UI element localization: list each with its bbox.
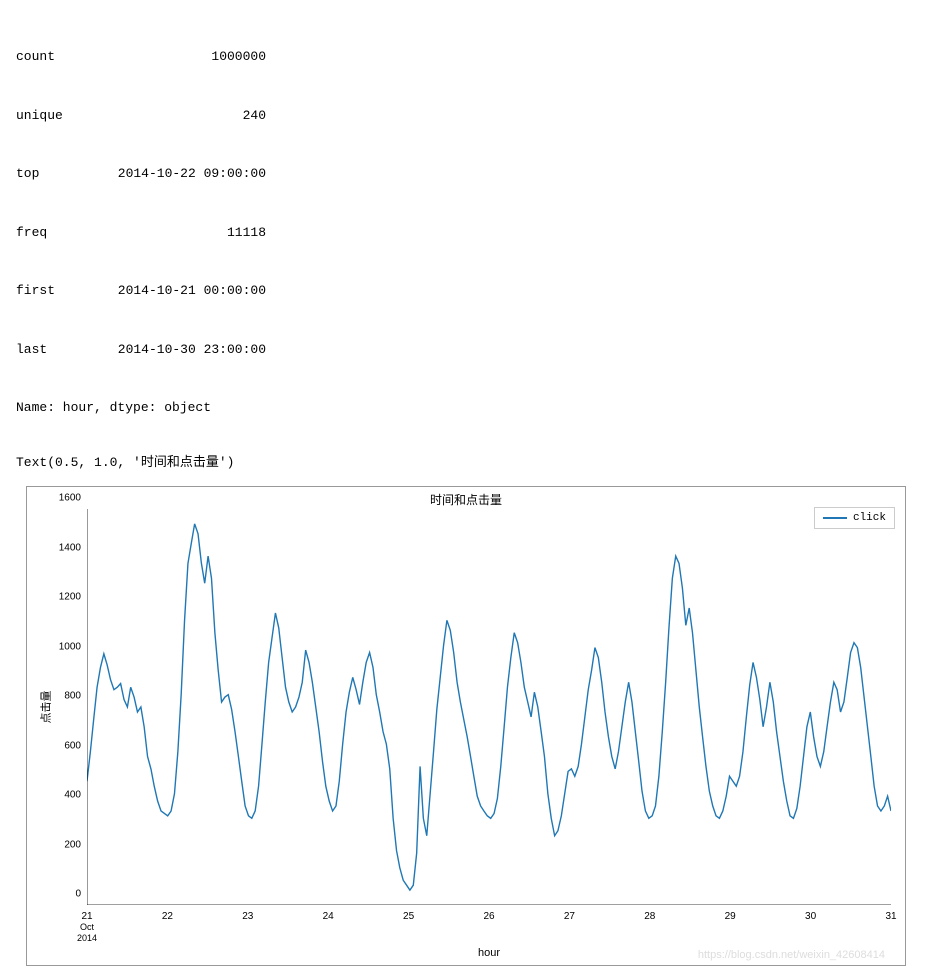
stat-key-count: count xyxy=(16,47,96,67)
stat-val-last: 2014-10-30 23:00:00 xyxy=(96,340,266,360)
x-axis-label: hour xyxy=(478,947,500,959)
stats-output: count1000000 unique240 top2014-10-22 09:… xyxy=(16,8,912,437)
x-tick: 31 xyxy=(885,911,896,922)
x-tick: 25 xyxy=(403,911,414,922)
stat-key-freq: freq xyxy=(16,223,96,243)
stat-val-count: 1000000 xyxy=(96,47,266,67)
text-repr-output: Text(0.5, 1.0, '时间和点击量') xyxy=(16,451,912,470)
stat-val-first: 2014-10-21 00:00:00 xyxy=(96,281,266,301)
x-tick: 27 xyxy=(564,911,575,922)
y-axis: 点击量 02004006008001000120014001600 xyxy=(27,509,87,905)
stat-key-first: first xyxy=(16,281,96,301)
x-tick: 30 xyxy=(805,911,816,922)
stat-key-last: last xyxy=(16,340,96,360)
x-tick: 29 xyxy=(725,911,736,922)
x-tick: 22 xyxy=(162,911,173,922)
y-tick: 600 xyxy=(64,740,81,751)
y-tick: 400 xyxy=(64,790,81,801)
line-series-click xyxy=(87,524,891,890)
stat-val-freq: 11118 xyxy=(96,223,266,243)
stat-val-unique: 240 xyxy=(96,106,266,126)
line-plot-svg xyxy=(87,509,891,905)
x-tick: 21Oct2014 xyxy=(77,911,97,944)
y-tick: 800 xyxy=(64,691,81,702)
x-tick: 24 xyxy=(323,911,334,922)
x-tick: 23 xyxy=(242,911,253,922)
chart-title: 时间和点击量 xyxy=(430,491,502,508)
chart-figure: 时间和点击量 click 点击量 02004006008001000120014… xyxy=(26,486,906,966)
stat-val-top: 2014-10-22 09:00:00 xyxy=(96,164,266,184)
watermark-text: https://blog.csdn.net/weixin_42608414 xyxy=(698,949,885,961)
stat-name-line: Name: hour, dtype: object xyxy=(16,398,912,418)
y-tick: 1400 xyxy=(59,542,81,553)
plot-area xyxy=(87,509,891,905)
y-tick: 1600 xyxy=(59,493,81,504)
x-tick: 28 xyxy=(644,911,655,922)
x-tick: 26 xyxy=(483,911,494,922)
y-axis-label: 点击量 xyxy=(38,691,54,724)
stat-key-unique: unique xyxy=(16,106,96,126)
y-tick: 200 xyxy=(64,839,81,850)
y-tick: 1200 xyxy=(59,592,81,603)
y-tick: 1000 xyxy=(59,641,81,652)
stat-key-top: top xyxy=(16,164,96,184)
y-tick: 0 xyxy=(75,889,81,900)
